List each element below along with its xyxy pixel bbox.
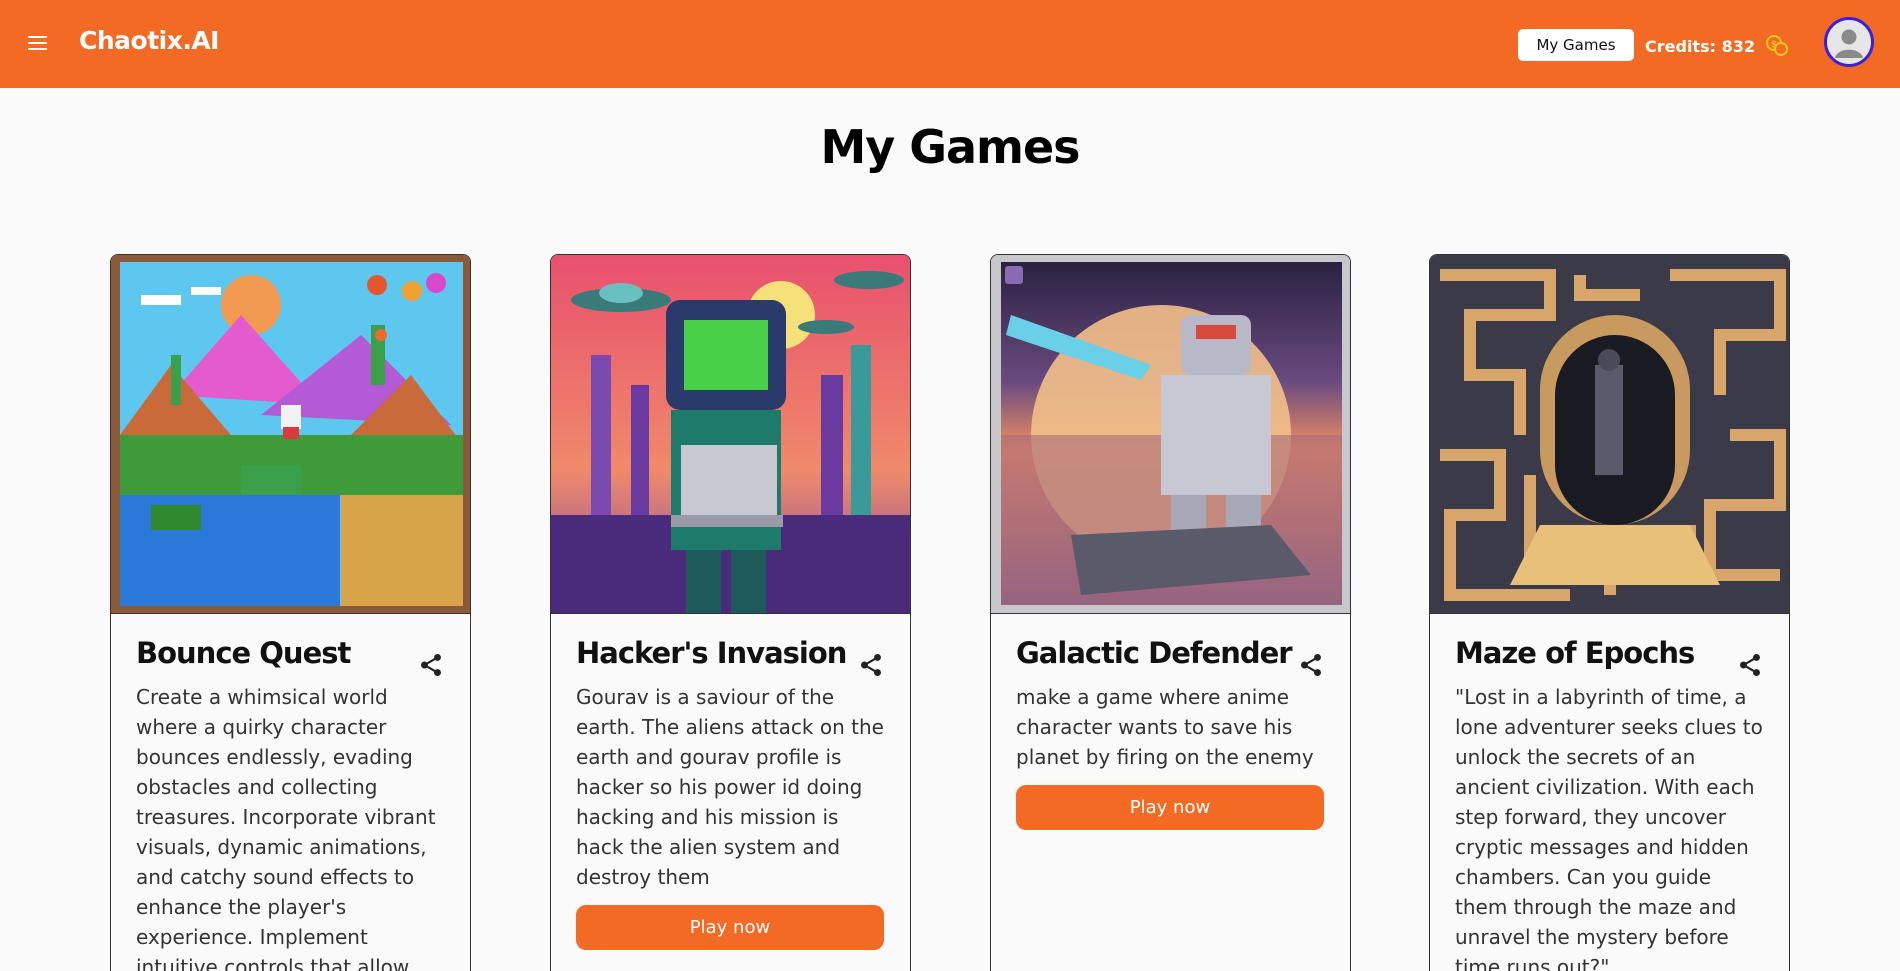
pixel-maze-doorway-image [1430,255,1789,613]
game-description: make a game where anime character wants … [1016,685,1314,769]
game-description: Create a whimsical world where a quirky … [136,685,436,971]
game-thumbnail[interactable] [111,255,470,614]
game-title: Bounce Quest [136,636,351,670]
credits-display: Credits: 832 $ [1645,34,1791,58]
game-title: Hacker's Invasion [576,636,847,670]
share-icon[interactable] [418,652,444,678]
game-description: "Lost in a labyrinth of time, a lone adv… [1455,685,1763,971]
game-thumbnail[interactable] [1430,255,1789,614]
play-now-button[interactable]: Play now [1016,785,1324,830]
game-thumbnail[interactable] [991,255,1350,614]
share-icon[interactable] [858,652,884,678]
brand-logo[interactable]: Chaotix.AI [79,26,219,55]
pixel-armored-soldier-image [991,255,1350,613]
user-avatar-icon [1827,20,1871,64]
game-card: Galactic Defender make a game where anim… [990,254,1351,971]
hamburger-menu-icon[interactable] [28,32,52,56]
user-avatar[interactable] [1824,17,1874,67]
play-now-button[interactable]: Play now [576,905,884,950]
credits-label: Credits: 832 [1645,36,1755,56]
top-navbar: Chaotix.AI My Games Credits: 832 $ [0,0,1900,88]
my-games-button[interactable]: My Games [1518,29,1634,61]
share-icon[interactable] [1737,652,1763,678]
share-icon[interactable] [1298,652,1324,678]
game-card: Maze of Epochs "Lost in a labyrinth of t… [1429,254,1790,971]
game-card: Hacker's Invasion Gourav is a saviour of… [550,254,911,971]
game-card: Bounce Quest Create a whimsical world wh… [110,254,471,971]
page-title: My Games [820,120,1080,174]
game-description: Gourav is a saviour of the earth. The al… [576,685,884,889]
game-title: Galactic Defender [1016,636,1293,670]
game-title: Maze of Epochs [1455,636,1695,670]
coins-icon: $ [1765,35,1788,56]
pixel-landscape-image [111,255,470,613]
game-thumbnail[interactable] [551,255,910,614]
pixel-robot-hacker-image [551,255,910,613]
